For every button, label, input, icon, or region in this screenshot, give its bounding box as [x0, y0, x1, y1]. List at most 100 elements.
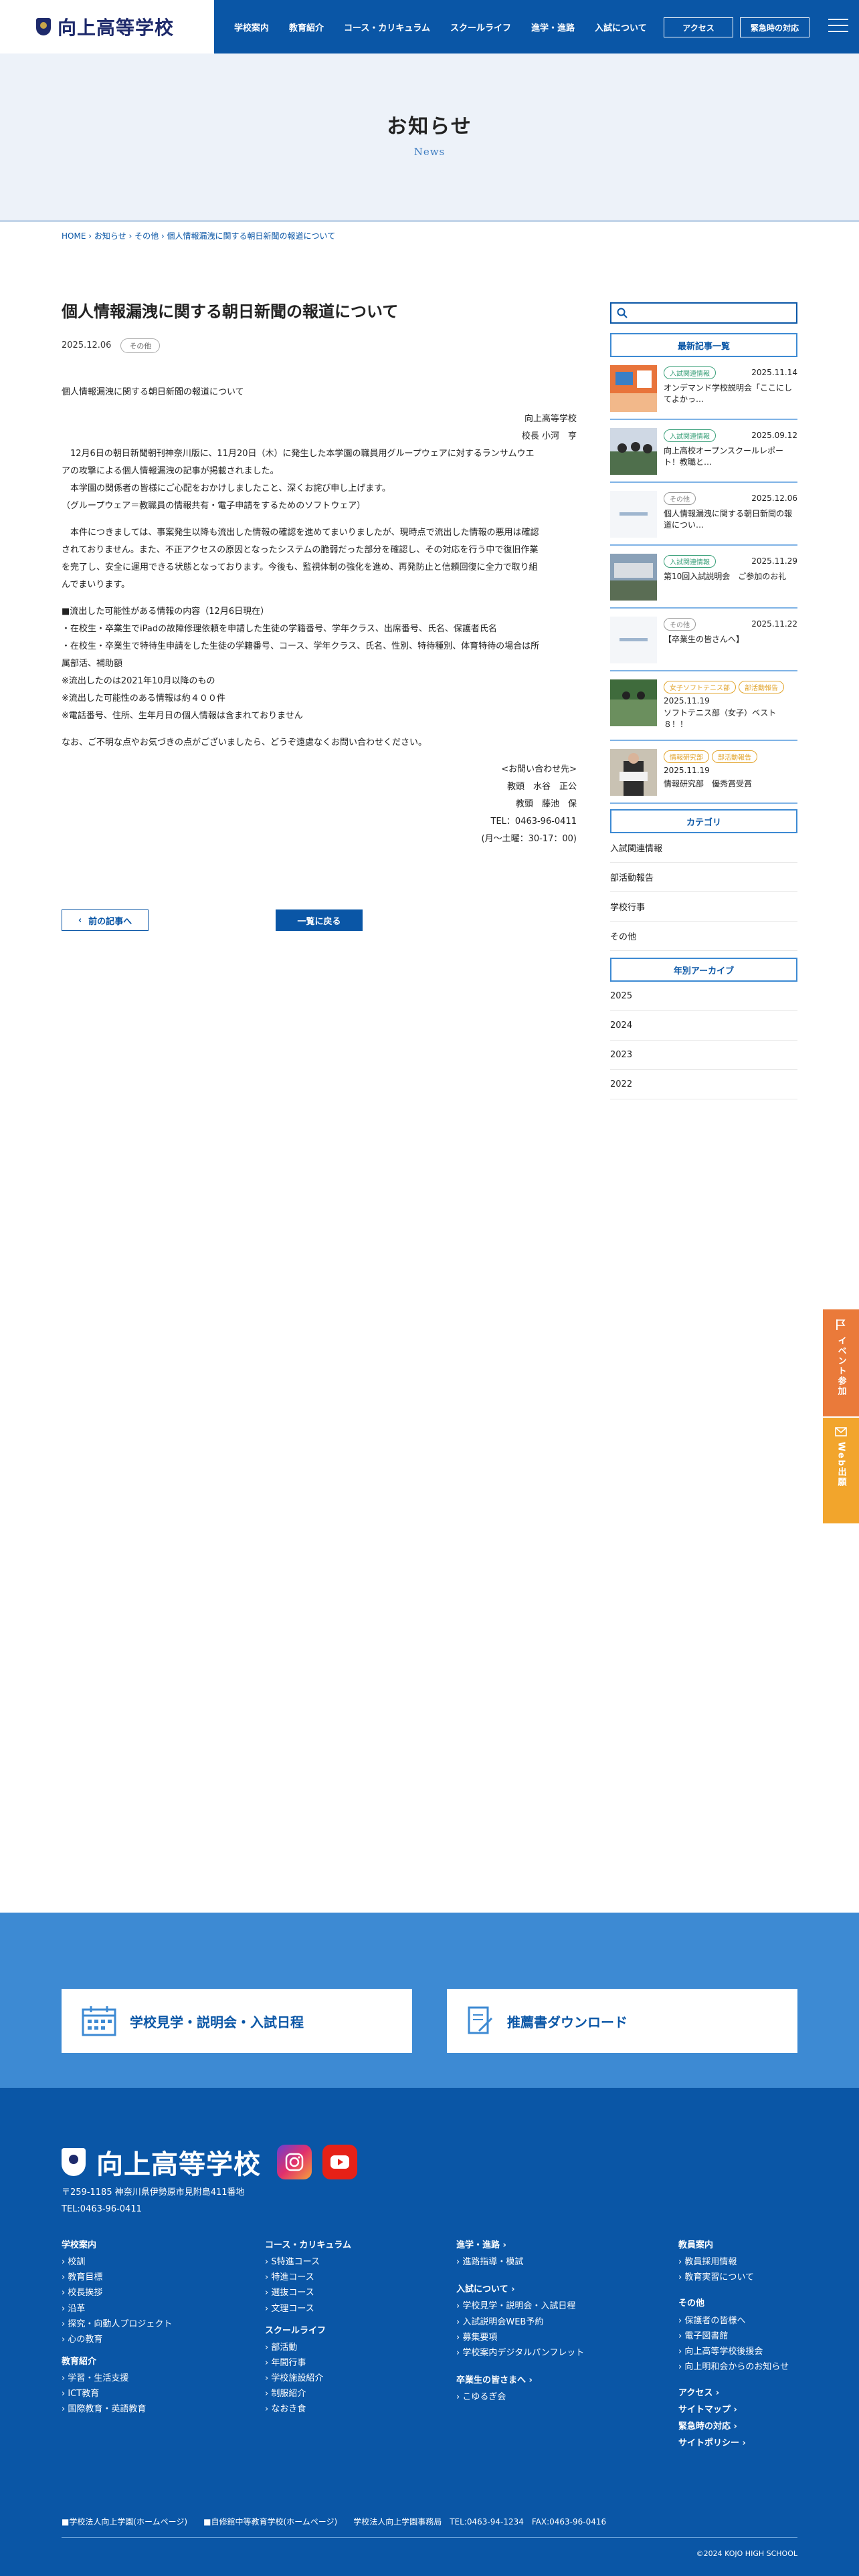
footer-link[interactable]: 制服紹介 [265, 2386, 351, 2401]
footer-link[interactable]: 探究・向動人プロジェクト [62, 2317, 172, 2332]
footer-link[interactable]: 進路指導・模試 [456, 2254, 584, 2270]
footer-heading[interactable]: 入試について › [456, 2282, 584, 2297]
footer-link[interactable]: 部活動 [265, 2340, 351, 2355]
footer-sitemap-link[interactable]: サイトマップ › [678, 2402, 789, 2418]
footer-link[interactable]: 向上高等学校後援会 [678, 2344, 789, 2359]
footer-access-link[interactable]: アクセス › [678, 2385, 789, 2401]
footer-link[interactable]: 教育目標 [62, 2270, 172, 2285]
contact-tel: TEL：0463-96-0411 [490, 816, 577, 827]
footer-col-4: 教員案内 教員採用情報 教育実習について その他 保護者の皆様へ 電子図書館 向… [678, 2238, 789, 2453]
footer-link[interactable]: 保護者の皆様へ [678, 2313, 789, 2329]
category-link[interactable]: その他 [610, 922, 797, 951]
footer-link[interactable]: S特進コース [265, 2254, 351, 2270]
archive-year-link[interactable]: 2023 [610, 1041, 797, 1070]
post-title: 向上高校オープンスクールレポート！教職と… [664, 446, 784, 467]
latest-post-item[interactable]: 女子ソフトテニス部 部活動報告 2025.11.19 ソフトテニス部（女子）ベス… [610, 671, 797, 741]
event-entry-tab[interactable]: イベント参加 [823, 1309, 859, 1416]
footer-heading[interactable]: 教育紹介 [62, 2354, 172, 2369]
footer-related-links[interactable]: ■学校法人向上学園(ホームページ) ■自修館中等教育学校(ホームページ) 学校法… [62, 2516, 606, 2527]
nav-education[interactable]: 教育紹介 [289, 21, 324, 33]
footer-link[interactable]: 入試説明会WEB予約 [456, 2315, 584, 2330]
site-footer: 向上高等学校 〒259-1185 神奈川県伊勢原市見附島411番地 TEL:04… [0, 2088, 859, 2576]
latest-post-item[interactable]: 入試関連情報 2025.11.29 第10回入試説明会 ご参加のお礼 [610, 546, 797, 609]
breadcrumb-other[interactable]: その他 [134, 231, 159, 241]
footer-heading[interactable]: コース・カリキュラム [265, 2238, 351, 2253]
footer-emergency-link[interactable]: 緊急時の対応 › [678, 2419, 789, 2434]
site-logo[interactable]: 向上高等学校 [0, 0, 214, 53]
footer-heading[interactable]: スクールライフ [265, 2323, 351, 2339]
footer-heading[interactable]: 卒業生の皆さまへ › [456, 2373, 584, 2388]
breadcrumb-news[interactable]: お知らせ [94, 231, 126, 241]
web-application-tab[interactable]: Web出願 [823, 1418, 859, 1523]
archive-year-link[interactable]: 2022 [610, 1070, 797, 1099]
footer-link[interactable]: 募集要項 [456, 2330, 584, 2345]
sidebar: 最新記事一覧 入試関連情報 2025.11.14 オンデマンド学校説明会「ここに… [610, 302, 797, 1099]
back-to-list-button[interactable]: 一覧に戻る [276, 909, 363, 931]
footer-link[interactable]: 教育実習について [678, 2270, 789, 2285]
latest-post-item[interactable]: その他 2025.11.22 【卒業生の皆さんへ】 [610, 609, 797, 671]
calendar-icon [82, 2006, 116, 2036]
article-intro: 個人情報漏洩に関する朝日新聞の報道について [62, 387, 244, 397]
nav-school-info[interactable]: 学校案内 [234, 21, 269, 33]
search-input[interactable] [610, 302, 797, 324]
post-category-badge: その他 [664, 492, 696, 505]
article-body: 個人情報漏洩に関する朝日新聞の報道について 向上高等学校 校長 小河 亨 12月… [62, 384, 577, 848]
footer-link[interactable]: なおき食 [265, 2401, 351, 2417]
post-date: 2025.11.19 [664, 696, 710, 706]
footer-link[interactable]: 学校施設紹介 [265, 2371, 351, 2386]
footer-link[interactable]: 向上明和会からのお知らせ [678, 2359, 789, 2375]
archive-year-link[interactable]: 2025 [610, 982, 797, 1011]
footer-link[interactable]: 教員採用情報 [678, 2254, 789, 2270]
latest-post-item[interactable]: 入試関連情報 2025.09.12 向上高校オープンスクールレポート！教職と… [610, 420, 797, 483]
category-link[interactable]: 入試関連情報 [610, 833, 797, 863]
access-button[interactable]: アクセス [664, 17, 733, 37]
footer-link[interactable]: 校訓 [62, 2254, 172, 2270]
nav-admission[interactable]: 入試について [595, 21, 647, 33]
article-category-tag[interactable]: その他 [120, 338, 161, 353]
breadcrumb-home[interactable]: HOME [62, 231, 86, 241]
footer-link[interactable]: 学校案内デジタルパンフレット [456, 2345, 584, 2361]
body-line: （グループウェア＝教職員の情報共有・電子申請をするためのソフトウェア） [62, 500, 366, 511]
post-category-badge: 部活動報告 [712, 750, 757, 763]
emergency-button[interactable]: 緊急時の対応 [740, 17, 809, 37]
hamburger-menu-icon[interactable] [828, 19, 848, 33]
footer-divider [62, 2537, 797, 2538]
footer-link[interactable]: 年間行事 [265, 2355, 351, 2371]
footer-heading[interactable]: 教員案内 [678, 2238, 789, 2253]
footer-link[interactable]: 選抜コース [265, 2285, 351, 2300]
archive-year-link[interactable]: 2024 [610, 1011, 797, 1041]
recommendation-download-button[interactable]: 推薦書ダウンロード [447, 1989, 797, 2053]
footer-link[interactable]: 沿革 [62, 2301, 172, 2317]
visit-schedule-button[interactable]: 学校見学・説明会・入試日程 [62, 1989, 412, 2053]
footer-link[interactable]: 国際教育・英語教育 [62, 2401, 172, 2417]
footer-link[interactable]: 特進コース [265, 2270, 351, 2285]
body-line: ■流出した可能性がある情報の内容（12月6日現在） [62, 606, 270, 617]
footer-link[interactable]: こゆるぎ会 [456, 2389, 584, 2405]
contact-heading: <お問い合わせ先> [501, 764, 577, 774]
footer-heading[interactable]: その他 [678, 2296, 789, 2311]
latest-post-item[interactable]: 入試関連情報 2025.11.14 オンデマンド学校説明会「ここにしてよかっ… [610, 357, 797, 420]
footer-policy-link[interactable]: サイトポリシー › [678, 2436, 789, 2451]
category-link[interactable]: 学校行事 [610, 892, 797, 922]
footer-link[interactable]: 文理コース [265, 2301, 351, 2317]
latest-post-item[interactable]: その他 2025.12.06 個人情報漏洩に関する朝日新聞の報道につい… [610, 483, 797, 546]
footer-link[interactable]: 学校見学・説明会・入試日程 [456, 2298, 584, 2314]
youtube-icon[interactable] [322, 2145, 357, 2179]
prev-article-button[interactable]: ‹ 前の記事へ [62, 909, 149, 931]
cta-section: 学校見学・説明会・入試日程 推薦書ダウンロード [0, 1913, 859, 2088]
body-line: ※流出した可能性のある情報は約４００件 [62, 693, 225, 704]
footer-link[interactable]: 心の教育 [62, 2332, 172, 2347]
nav-career[interactable]: 進学・進路 [531, 21, 575, 33]
article-date: 2025.12.06 [62, 340, 112, 351]
footer-link[interactable]: 校長挨拶 [62, 2285, 172, 2300]
footer-link[interactable]: ICT教育 [62, 2386, 172, 2401]
instagram-icon[interactable] [277, 2145, 312, 2179]
footer-link[interactable]: 学習・生活支援 [62, 2371, 172, 2386]
nav-school-life[interactable]: スクールライフ [450, 21, 511, 33]
category-link[interactable]: 部活動報告 [610, 863, 797, 892]
footer-link[interactable]: 電子図書館 [678, 2329, 789, 2344]
footer-heading[interactable]: 進学・進路 › [456, 2238, 584, 2253]
footer-heading[interactable]: 学校案内 [62, 2238, 172, 2253]
latest-post-item[interactable]: 情報研究部 部活動報告 2025.11.19 情報研究部 優秀賞受賞 [610, 741, 797, 804]
nav-course[interactable]: コース・カリキュラム [344, 21, 430, 33]
